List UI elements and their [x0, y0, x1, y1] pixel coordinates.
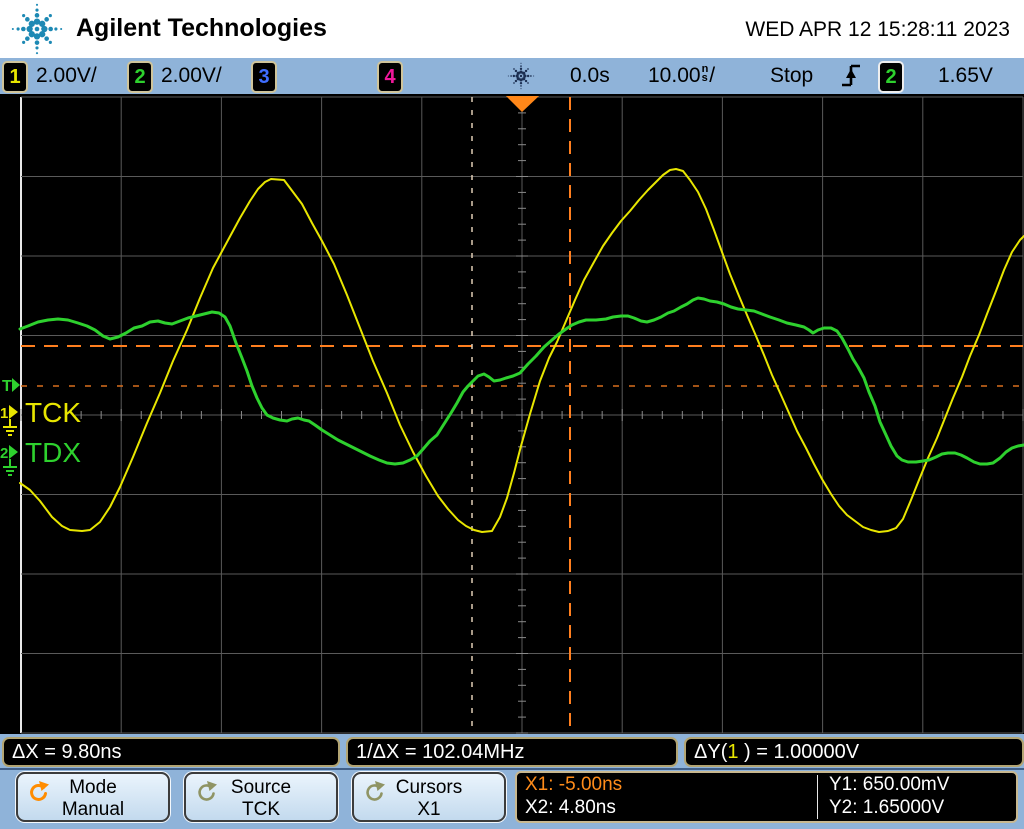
spark-dot: [54, 27, 58, 31]
spark-dot: [513, 68, 515, 70]
trigger-edge-icon: [842, 64, 860, 87]
spark-dot: [25, 17, 30, 22]
spark-dot: [519, 74, 523, 78]
spark-dot: [48, 26, 53, 32]
spark-dot: [510, 75, 512, 77]
spark-dot: [530, 75, 532, 77]
spark-dot: [526, 74, 530, 78]
trigger-level-marker-icon: [12, 378, 20, 392]
channel-2-scale: 2.00V/: [161, 64, 222, 87]
spark-dot: [520, 62, 522, 64]
bottom-panel: ΔX = 9.80ns 1/ΔX = 102.04MHz ΔY(1 ) = 1.…: [0, 734, 1024, 829]
spark-dot: [11, 27, 14, 31]
spark-dot: [520, 88, 522, 90]
trigger-level-readout: 1.65V: [938, 64, 993, 87]
spark-dot: [44, 36, 49, 41]
spark-dot: [507, 75, 509, 77]
readout-divider: [817, 775, 818, 819]
cursor-values-box: X1: -5.00ns X2: 4.80ns Y1: 650.00mV Y2: …: [515, 771, 1018, 823]
spark-dot: [34, 26, 40, 32]
spark-dot: [524, 79, 528, 83]
ch2-ground-marker-label: 2: [0, 445, 8, 462]
acquisition-status: Stop: [770, 64, 814, 87]
spark-dot: [34, 40, 40, 45]
spark-dot: [519, 67, 523, 71]
spark-dot: [22, 40, 26, 44]
spark-dot: [60, 27, 63, 31]
spark-dot: [25, 36, 30, 41]
channel-2-badge: 2: [127, 61, 153, 93]
delta-x-readout: ΔX = 9.80ns: [2, 737, 340, 767]
spark-dot: [35, 52, 39, 55]
cursor-y1-value: Y1: 650.00mV: [829, 774, 950, 795]
waveform-svg: T 1 2 TCK TDX: [0, 96, 1024, 734]
delay-readout: 0.0s: [570, 64, 610, 87]
spark-dot: [16, 27, 20, 31]
spark-dot: [522, 71, 526, 75]
ch2-ground-marker-icon: [9, 445, 18, 459]
timebase-unit-stack: ns: [701, 63, 709, 85]
spark-dot: [35, 46, 39, 50]
spark-dot: [512, 74, 516, 78]
ch1-signal-label: TCK: [25, 397, 81, 428]
spark-dot: [524, 69, 528, 73]
spark-dot: [533, 75, 535, 77]
softkey-mode-button[interactable]: Mode Manual: [16, 772, 170, 822]
ch1-ground-marker-icon: [9, 405, 18, 419]
knob-icon: [30, 781, 49, 801]
spark-dot: [22, 14, 26, 18]
spark-dot: [35, 3, 39, 6]
knob-icon: [198, 781, 217, 801]
spark-dot: [520, 85, 522, 87]
spark-dot: [39, 20, 46, 27]
datetime-display: WED APR 12 15:28:11 2023: [745, 18, 1010, 41]
spark-dot: [514, 79, 518, 83]
cursor-x2-value: X2: 4.80ns: [525, 797, 616, 818]
spark-dot: [48, 40, 52, 44]
spark-dot: [48, 14, 52, 18]
trigger-position-marker-icon: [506, 96, 539, 112]
knob-icon: [366, 781, 385, 801]
spark-dot: [514, 69, 518, 73]
spark-dot: [527, 82, 529, 84]
spark-dot: [513, 82, 515, 84]
brand-title: Agilent Technologies: [76, 14, 327, 42]
spark-dot: [519, 81, 523, 85]
spark-dot: [35, 8, 39, 12]
channel-1-badge: 1: [2, 61, 28, 93]
trigger-source-badge: 2: [878, 61, 904, 93]
header-bar: Agilent Technologies WED APR 12 15:28:11…: [0, 0, 1024, 58]
ch2-signal-label: TDX: [25, 437, 81, 468]
waveform-display: T 1 2 TCK TDX: [0, 94, 1024, 734]
softkey-source-button[interactable]: Source TCK: [184, 772, 338, 822]
spark-status-icon: [507, 62, 535, 90]
channel-1-scale: 2.00V/: [36, 64, 97, 87]
spark-dot: [520, 65, 522, 67]
ch1-ground-marker-label: 1: [0, 405, 8, 422]
cursor-x1-value: X1: -5.00ns: [525, 774, 623, 795]
spark-dot: [44, 17, 49, 22]
cursor-y2-value: Y2: 1.65000V: [829, 797, 945, 818]
status-bar: 1 2.00V/ 2 2.00V/ 3 4 0.0s 10.00 n s / Stop…: [0, 58, 1024, 94]
softkey-cursors-button[interactable]: Cursors X1: [352, 772, 506, 822]
delta-y-readout: ΔY(1 ) = 1.00000V: [684, 737, 1024, 767]
agilent-spark-logo-icon: [11, 3, 63, 55]
spark-dot: [527, 68, 529, 70]
panel-divider: [0, 768, 1024, 770]
trigger-level-marker-label: T: [2, 378, 12, 395]
channel-4-badge: 4: [377, 61, 403, 93]
inverse-delta-x-readout: 1/ΔX = 102.04MHz: [346, 737, 678, 767]
graticule: [20, 96, 1024, 734]
spark-dot: [21, 26, 26, 32]
spark-dot: [34, 13, 40, 18]
timebase-readout: 10.00 n s /: [648, 63, 716, 87]
channel-3-badge: 3: [251, 61, 277, 93]
oscilloscope-screen: Agilent Technologies WED APR 12 15:28:11…: [0, 0, 1024, 829]
